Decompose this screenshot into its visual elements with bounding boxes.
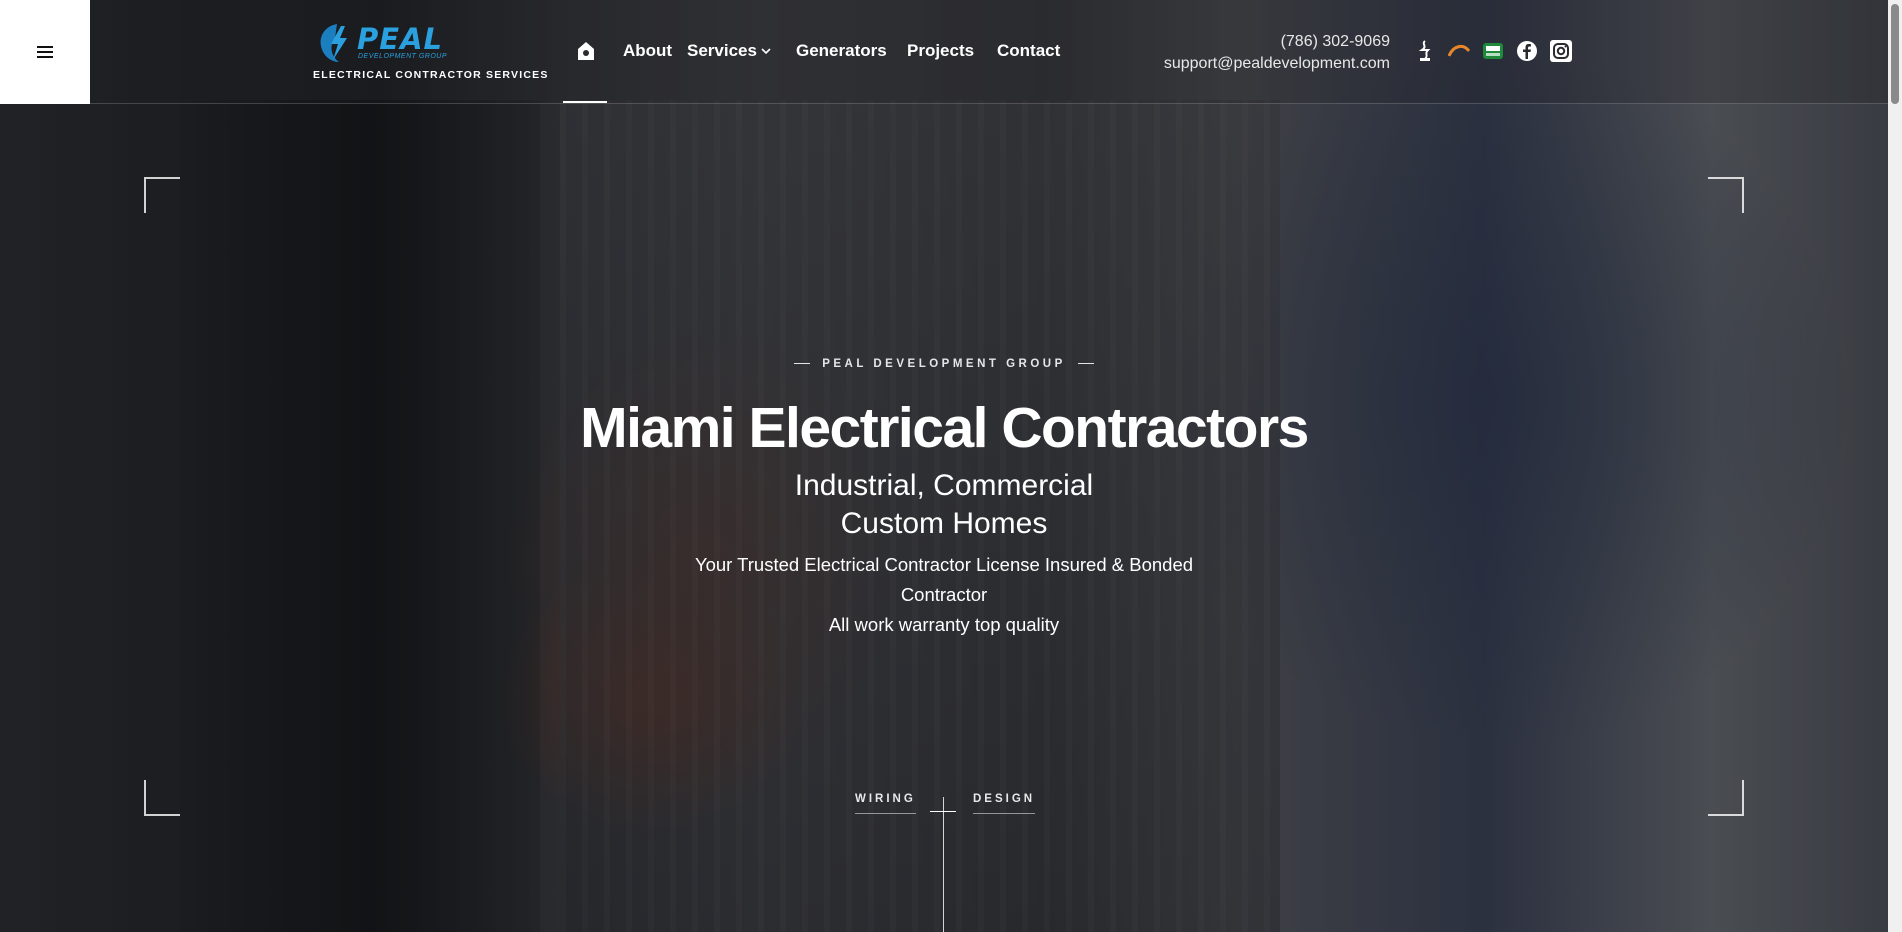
hero-desc-line3: All work warranty top quality [828,614,1060,635]
hero-overlay [0,0,1902,932]
nav-item-generators[interactable]: Generators [796,41,887,61]
hero-eyebrow-text: PEAL DEVELOPMENT GROUP [822,358,1066,370]
bbb-icon[interactable] [1414,40,1436,62]
hero-desc-line2: Contractor [900,584,988,605]
social-links [1414,40,1572,62]
logo-wordmark: PEAL [357,22,443,56]
phone-link[interactable]: (786) 302-9069 [1164,31,1390,53]
frame-corner-top-right [1708,177,1744,213]
pill-wiring[interactable]: WIRING [855,793,916,814]
hero-subtitle: Industrial, Commercial Custom Homes [0,467,1888,543]
home-icon[interactable] [577,41,595,61]
nav-item-contact[interactable]: Contact [997,41,1060,61]
hero-eyebrow: PEAL DEVELOPMENT GROUP [0,358,1888,370]
scroll-line [943,797,944,932]
site-logo[interactable]: PEAL DEVELOPMENT GROUP ELECTRICAL CONTRA… [313,20,549,82]
frame-corner-bottom-left [144,780,180,816]
hero-subtitle-line1: Industrial, Commercial [794,469,1094,502]
pill-design[interactable]: DESIGN [973,793,1036,814]
nav-active-indicator [563,101,607,103]
chevron-down-icon[interactable] [760,47,772,55]
logo-subtext: DEVELOPMENT GROUP [358,53,448,60]
angi-icon[interactable] [1448,40,1470,62]
logo-tagline: ELECTRICAL CONTRACTOR SERVICES [313,69,549,81]
hero-description: Your Trusted Electrical Contractor Licen… [0,550,1888,640]
bolt-logo-icon [320,24,347,62]
hero-title: Miami Electrical Contractors [580,396,1309,460]
scrollbar-thumb[interactable] [1891,4,1899,104]
facebook-icon[interactable] [1516,40,1538,62]
email-link[interactable]: support@pealdevelopment.com [1164,53,1390,75]
nav-item-services[interactable]: Services [687,41,757,61]
frame-corner-top-left [144,177,180,213]
instagram-icon[interactable] [1550,40,1572,62]
nav-item-about[interactable]: About [623,41,672,61]
header-contact: (786) 302-9069 support@pealdevelopment.c… [1164,31,1390,75]
nav-item-projects[interactable]: Projects [907,41,974,61]
menu-toggle-button[interactable] [0,0,90,104]
frame-corner-bottom-right [1708,780,1744,816]
hamburger-icon [37,46,53,58]
hero-desc-line1: Your Trusted Electrical Contractor Licen… [694,554,1194,575]
license-badge-icon[interactable] [1482,40,1504,62]
site-header: PEAL DEVELOPMENT GROUP ELECTRICAL CONTRA… [0,0,1902,104]
hero-subtitle-line2: Custom Homes [840,507,1048,540]
page-scrollbar[interactable] [1888,0,1902,932]
